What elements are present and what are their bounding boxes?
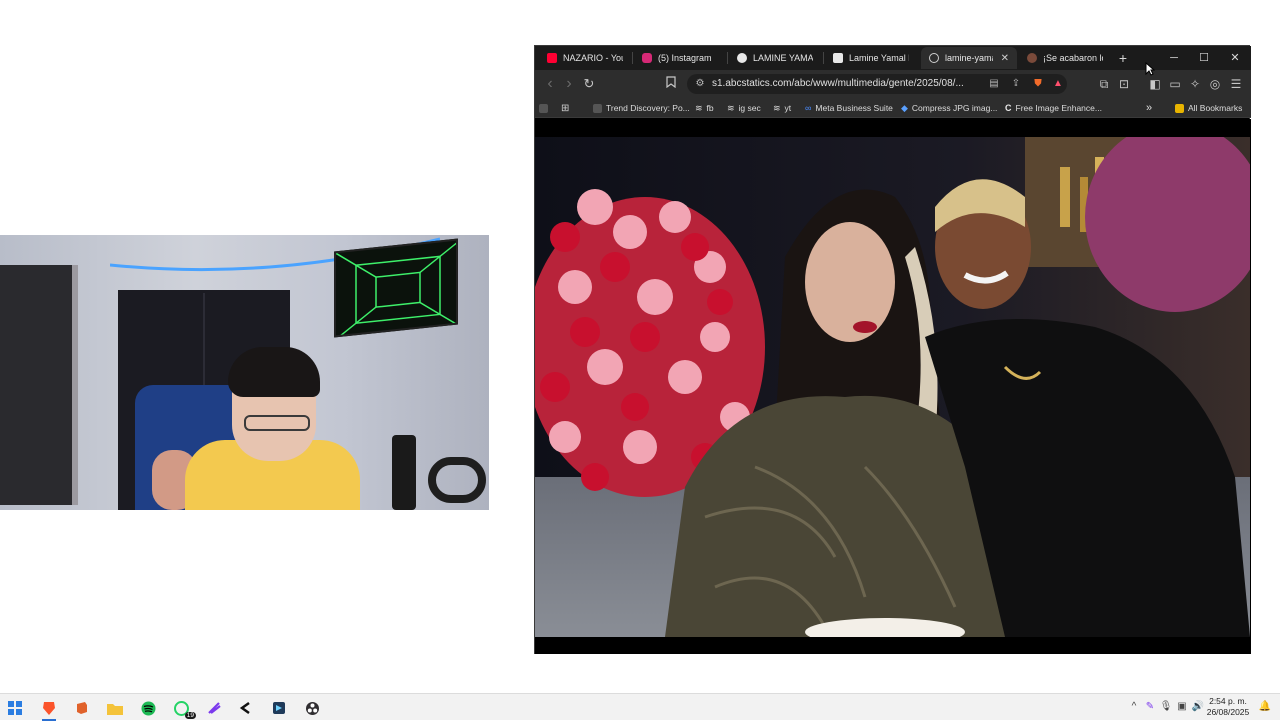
whatsapp-badge: 19 bbox=[184, 712, 196, 719]
layers-icon: ≋ bbox=[727, 102, 735, 113]
site-icon bbox=[1027, 53, 1037, 63]
capcut-icon[interactable] bbox=[235, 697, 257, 719]
new-tab-button[interactable]: + bbox=[1115, 50, 1131, 66]
brave-shields-icon[interactable]: ⛊ bbox=[1031, 77, 1045, 91]
bookmark-compress-jpg[interactable]: ◆ Compress JPG imag... bbox=[901, 101, 997, 115]
c-icon: C bbox=[1005, 103, 1012, 113]
displayed-photo bbox=[535, 137, 1250, 637]
layers-icon: ≋ bbox=[773, 102, 781, 113]
maximize-button[interactable]: ☐ bbox=[1189, 48, 1219, 68]
address-bar[interactable]: ⚙ s1.abcstatics.com/abc/www/multimedia/g… bbox=[687, 74, 1067, 94]
tab-lamine-yamal-image[interactable]: lamine-yama ✕ bbox=[921, 47, 1017, 69]
bookmarks-bar: ⊞ Trend Discovery: Po... ≋ fb ≋ ig sec ≋… bbox=[535, 98, 1251, 118]
desktop: NAZARIO - YouTu (5) Instagram LAMINE YAM… bbox=[0, 0, 1280, 693]
browser-toolbar: ‹ › ↻ ⚙ s1.abcstatics.com/abc/www/multim… bbox=[535, 70, 1251, 98]
all-bookmarks-folder[interactable]: All Bookmarks bbox=[1175, 101, 1242, 115]
mouse-cursor-icon bbox=[1145, 62, 1155, 76]
webcam-door bbox=[0, 265, 72, 505]
screenshot-icon[interactable]: ⊡ bbox=[1115, 75, 1133, 93]
clock-time: 2:54 p. m. bbox=[1209, 696, 1247, 706]
site-settings-icon[interactable]: ⚙ bbox=[693, 77, 707, 91]
system-clock[interactable]: 2:54 p. m. 26/08/2025 bbox=[1203, 696, 1253, 718]
tray-app-icon[interactable]: ✎ bbox=[1143, 699, 1157, 715]
extensions-icon[interactable]: ⧉ bbox=[1095, 75, 1113, 93]
leo-ai-icon[interactable]: ✧ bbox=[1186, 75, 1204, 93]
brave-rewards-icon[interactable]: ▲ bbox=[1051, 77, 1065, 91]
tab-instagram[interactable]: (5) Instagram bbox=[634, 47, 726, 69]
share-icon[interactable]: ⇪ bbox=[1009, 77, 1023, 91]
photo-image bbox=[535, 137, 1250, 637]
menu-icon[interactable]: ☰ bbox=[1227, 75, 1245, 93]
reader-mode-icon[interactable]: ▤ bbox=[987, 77, 1001, 91]
network-icon[interactable]: ▣ bbox=[1175, 699, 1189, 715]
bookmark-ig-sec[interactable]: ≋ ig sec bbox=[727, 101, 761, 115]
media-app-icon[interactable] bbox=[268, 697, 290, 719]
webcam-bottle bbox=[392, 435, 416, 510]
meta-icon: ∞ bbox=[805, 103, 812, 113]
bookmark-yt[interactable]: ≋ yt bbox=[773, 101, 791, 115]
bookmark-blank[interactable] bbox=[539, 101, 548, 115]
close-tab-icon[interactable]: ✕ bbox=[1001, 53, 1009, 64]
webcam-tv bbox=[334, 238, 458, 338]
tab-lamine-yamal-ha[interactable]: Lamine Yamal ha bbox=[825, 47, 917, 69]
windows-start-icon[interactable] bbox=[4, 697, 26, 719]
brave-browser-icon[interactable] bbox=[38, 697, 60, 721]
editor-icon[interactable] bbox=[203, 697, 225, 719]
instagram-icon bbox=[642, 53, 652, 63]
vpn-icon[interactable]: ◎ bbox=[1206, 75, 1224, 93]
clock-date: 26/08/2025 bbox=[1206, 707, 1250, 717]
reload-button[interactable]: ↻ bbox=[580, 75, 598, 93]
close-window-button[interactable]: ✕ bbox=[1220, 48, 1250, 68]
sidebar-icon[interactable]: ◧ bbox=[1146, 75, 1164, 93]
whatsapp-icon[interactable]: 19 bbox=[170, 697, 196, 719]
file-explorer-icon[interactable] bbox=[104, 697, 126, 719]
apps-grid-icon[interactable]: ⊞ bbox=[561, 101, 569, 115]
bookmark-free-image-enhance[interactable]: C Free Image Enhance... bbox=[1005, 101, 1102, 115]
wallet-icon[interactable]: ▭ bbox=[1166, 75, 1184, 93]
forward-button[interactable]: › bbox=[560, 75, 578, 93]
minimize-button[interactable]: ─ bbox=[1159, 48, 1189, 68]
tab-strip: NAZARIO - YouTu (5) Instagram LAMINE YAM… bbox=[535, 46, 1251, 70]
folder-icon bbox=[1175, 103, 1184, 113]
tab-se-acabaron[interactable]: ¡Se acabaron los bbox=[1019, 47, 1111, 69]
back-button[interactable]: ‹ bbox=[541, 75, 559, 93]
webcam-overlay bbox=[0, 235, 489, 510]
bookmark-fb[interactable]: ≋ fb bbox=[695, 101, 714, 115]
url-text: s1.abcstatics.com/abc/www/multimedia/gen… bbox=[712, 78, 964, 89]
bookmark-trend-discovery[interactable]: Trend Discovery: Po... bbox=[593, 101, 690, 115]
obs-icon[interactable] bbox=[301, 697, 323, 719]
taskbar: 19 ^ ✎ 🎙 ▣ 🔊 2:54 p. m. 26/08/2025 🔔 bbox=[0, 693, 1280, 721]
browser-window: NAZARIO - YouTu (5) Instagram LAMINE YAM… bbox=[534, 45, 1251, 654]
globe-icon bbox=[929, 53, 939, 63]
layers-icon: ≋ bbox=[695, 102, 703, 113]
blank-icon bbox=[539, 103, 548, 113]
page-icon bbox=[833, 53, 843, 63]
bookmark-icon[interactable] bbox=[662, 75, 680, 93]
page-viewport bbox=[535, 119, 1251, 654]
show-hidden-icons-button[interactable]: ^ bbox=[1127, 699, 1141, 715]
office-icon[interactable] bbox=[71, 697, 93, 719]
notifications-icon[interactable]: 🔔 bbox=[1258, 699, 1272, 715]
spotify-icon[interactable] bbox=[137, 697, 159, 719]
trend-icon bbox=[593, 103, 602, 113]
tab-lamine-yamal[interactable]: LAMINE YAMAL bbox=[729, 47, 821, 69]
microphone-icon[interactable]: 🎙 bbox=[1159, 699, 1173, 715]
more-bookmarks-button[interactable]: » bbox=[1146, 101, 1152, 115]
youtube-icon bbox=[547, 53, 557, 63]
bookmark-meta-business-suite[interactable]: ∞ Meta Business Suite bbox=[805, 101, 893, 115]
tab-youtube[interactable]: NAZARIO - YouTu bbox=[539, 47, 631, 69]
webcam-headset bbox=[428, 457, 486, 503]
diamond-icon: ◆ bbox=[901, 102, 908, 113]
chrome-icon bbox=[737, 53, 747, 63]
